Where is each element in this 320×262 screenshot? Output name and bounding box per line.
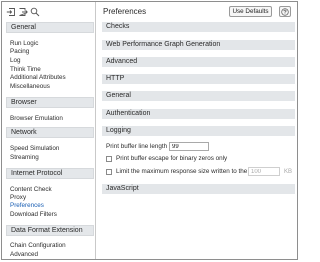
section-general[interactable]: General [6, 22, 94, 33]
tree-item-pacing[interactable]: Pacing [10, 48, 29, 55]
page-title: Preferences [103, 7, 147, 16]
group-logging[interactable]: Logging [102, 126, 295, 136]
section-browser[interactable]: Browser [6, 97, 94, 108]
search-icon[interactable] [30, 7, 40, 17]
limit-response-size-checkbox[interactable] [106, 169, 112, 175]
buffer-length-label: Print buffer line length [106, 143, 168, 150]
group-general[interactable]: General [102, 91, 295, 101]
help-button[interactable] [279, 6, 291, 17]
section-data-format-extension[interactable]: Data Format Extension [6, 225, 94, 236]
export-icon[interactable] [18, 7, 28, 17]
tree-item-think-time[interactable]: Think Time [10, 66, 41, 73]
question-icon [281, 7, 289, 16]
use-defaults-button[interactable]: Use Defaults [229, 6, 272, 17]
preferences-panel: Preferences Use Defaults Checks Web Perf… [96, 2, 299, 259]
max-response-size-input[interactable] [248, 167, 280, 176]
tree-item-speed-simulation[interactable]: Speed Simulation [10, 145, 59, 152]
group-authentication[interactable]: Authentication [102, 109, 295, 119]
tree-item-proxy[interactable]: Proxy [10, 194, 26, 201]
tree-item-additional-attributes[interactable]: Additional Attributes [10, 74, 66, 81]
settings-tree: General Run Logic Pacing Log Think Time … [2, 2, 95, 259]
escape-binary-zeros-label: Print buffer escape for binary zeros onl… [116, 155, 228, 162]
tree-item-download-filters[interactable]: Download Filters [10, 211, 57, 218]
runtime-settings-window: General Run Logic Pacing Log Think Time … [1, 1, 298, 260]
section-internet-protocol[interactable]: Internet Protocol [6, 168, 94, 179]
tree-item-browser-emulation[interactable]: Browser Emulation [10, 115, 63, 122]
group-http[interactable]: HTTP [102, 74, 295, 84]
escape-binary-zeros-checkbox[interactable] [106, 156, 112, 162]
limit-response-size-label: Limit the maximum response size written … [116, 168, 258, 175]
tree-item-chain-configuration[interactable]: Chain Configuration [10, 242, 66, 249]
tree-item-log[interactable]: Log [10, 57, 21, 64]
tree-item-streaming[interactable]: Streaming [10, 154, 39, 161]
group-checks[interactable]: Checks [102, 22, 295, 32]
import-icon[interactable] [6, 7, 16, 17]
group-javascript[interactable]: JavaScript [102, 184, 295, 194]
tree-item-run-logic[interactable]: Run Logic [10, 40, 38, 47]
tree-item-advanced[interactable]: Advanced [10, 251, 38, 258]
tree-item-content-check[interactable]: Content Check [10, 186, 52, 193]
size-unit-label: KB [284, 169, 293, 175]
group-web-performance-graph-generation[interactable]: Web Performance Graph Generation [102, 40, 295, 50]
section-network[interactable]: Network [6, 127, 94, 138]
tree-item-preferences[interactable]: Preferences [10, 202, 44, 209]
buffer-length-input[interactable] [169, 142, 209, 151]
group-advanced[interactable]: Advanced [102, 57, 295, 67]
tree-toolbar [6, 6, 40, 18]
tree-item-miscellaneous[interactable]: Miscellaneous [10, 83, 50, 90]
